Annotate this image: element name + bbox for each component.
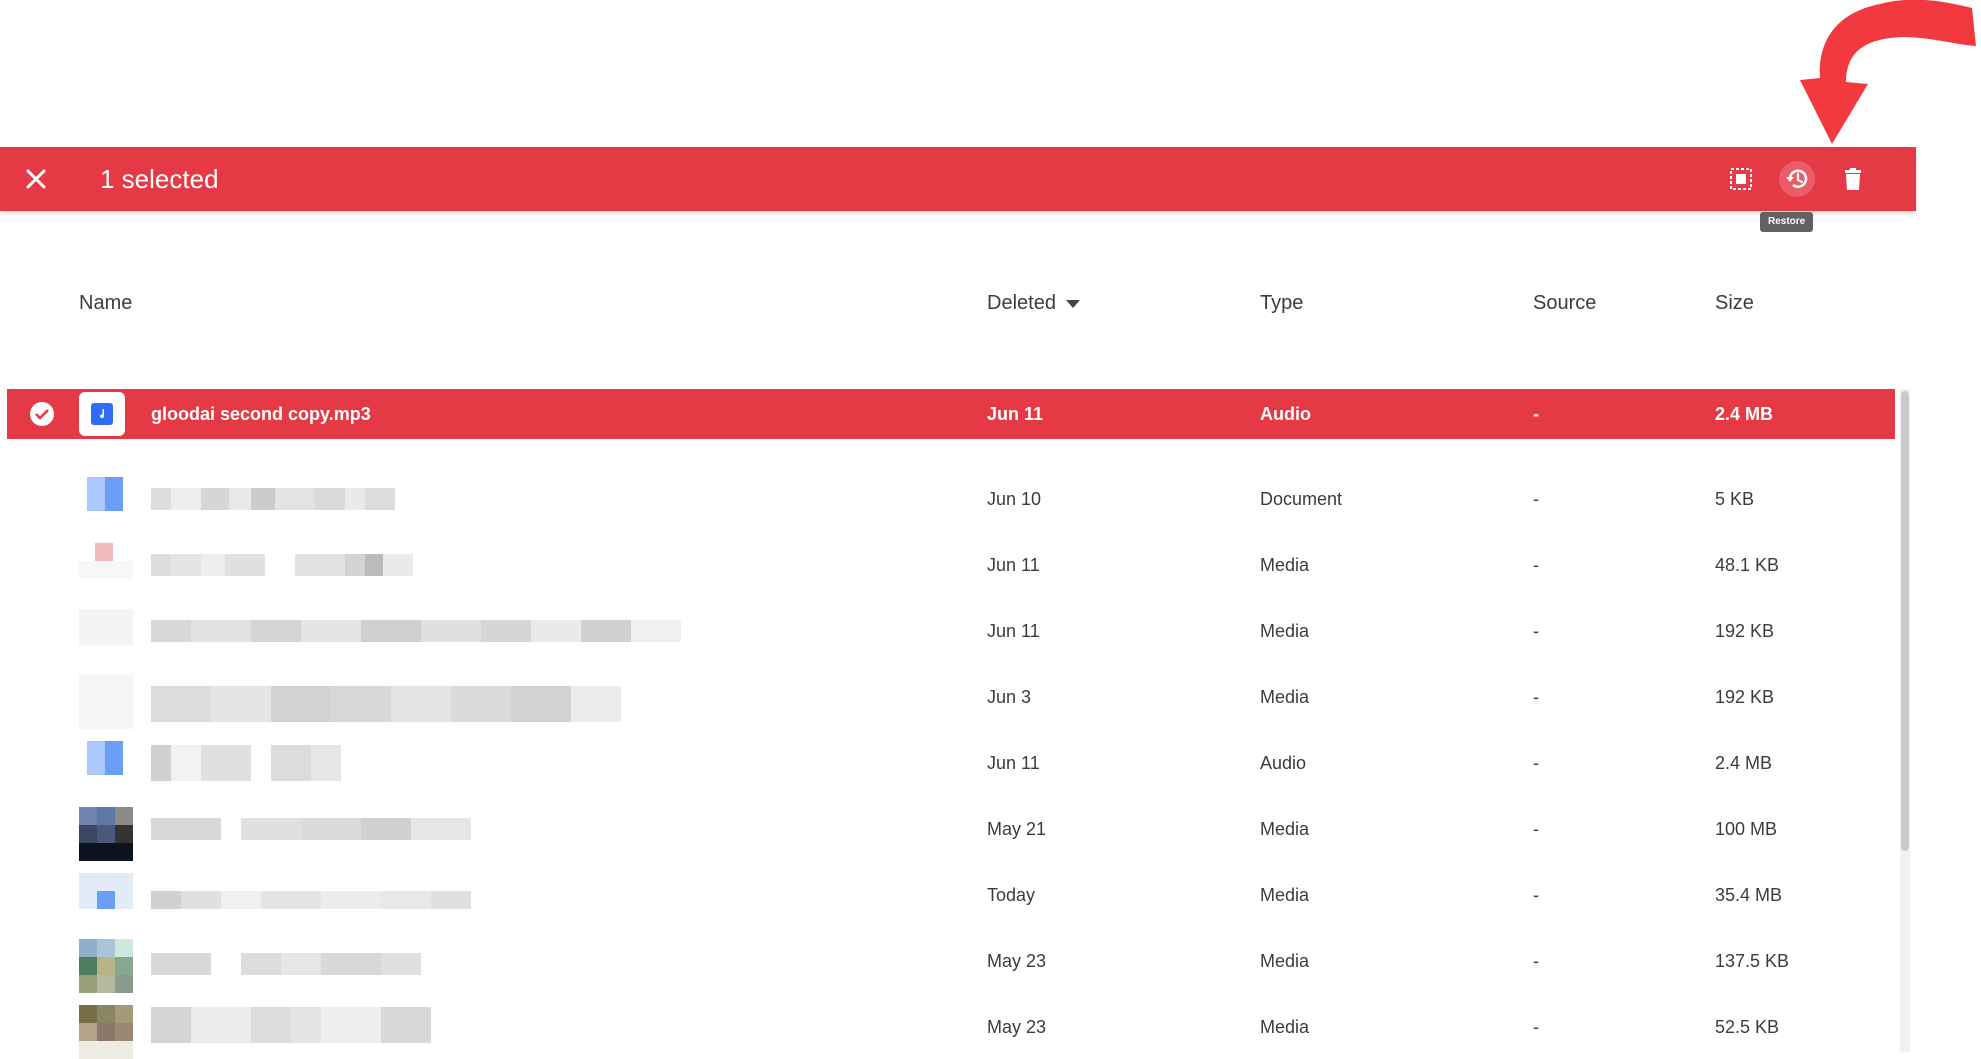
blurred-file-name — [151, 953, 421, 975]
restore-icon[interactable] — [1779, 161, 1815, 197]
file-type: Media — [1260, 1017, 1310, 1037]
file-source: - — [1533, 489, 1539, 509]
column-header-deleted-label: Deleted — [987, 292, 1056, 314]
deleted-date: May 23 — [987, 951, 1047, 971]
scrollbar[interactable] — [1900, 389, 1910, 1052]
file-source: - — [1533, 753, 1539, 773]
file-source: - — [1533, 885, 1539, 905]
file-type: Document — [1260, 489, 1343, 509]
selected-count: 1 selected — [100, 164, 219, 194]
audio-file-icon — [79, 392, 125, 436]
deleted-date: May 23 — [987, 1017, 1047, 1037]
deleted-date: May 21 — [987, 819, 1047, 839]
blurred-file-name — [151, 620, 681, 642]
close-icon[interactable] — [20, 163, 52, 195]
column-header-name[interactable]: Name — [79, 292, 132, 315]
file-thumbnail — [79, 1005, 133, 1059]
deleted-date: Jun 11 — [987, 555, 1040, 575]
file-list: gloodai second copy.mp3 Jun 11 Audio - 2… — [7, 389, 1895, 1059]
table-row[interactable]: May 23 Media - 52.5 KB — [7, 983, 1895, 1059]
table-row[interactable]: Jun 11 Audio - 2.4 MB — [7, 719, 1895, 785]
file-type: Media — [1260, 555, 1310, 575]
table-row[interactable]: Jun 10 Document - 5 KB — [7, 455, 1895, 521]
file-size: 48.1 KB — [1715, 555, 1780, 575]
file-type: Media — [1260, 621, 1310, 641]
select-all-icon[interactable] — [1723, 161, 1759, 197]
deleted-date: Jun 11 — [987, 404, 1044, 424]
table-row[interactable]: Jun 3 Media - 192 KB — [7, 653, 1895, 729]
deleted-date: Jun 3 — [987, 687, 1032, 707]
blurred-file-name — [151, 686, 621, 722]
file-size: 100 MB — [1715, 819, 1778, 839]
file-type: Audio — [1260, 404, 1311, 424]
column-header-source[interactable]: Source — [1533, 292, 1596, 315]
file-size: 137.5 KB — [1715, 951, 1790, 971]
file-source: - — [1533, 555, 1539, 575]
blurred-file-name — [151, 745, 341, 781]
table-row[interactable]: May 21 Media - 100 MB — [7, 785, 1895, 861]
table-row-selected[interactable]: gloodai second copy.mp3 Jun 11 Audio - 2… — [7, 389, 1895, 439]
blurred-file-name — [151, 1007, 431, 1043]
deleted-date: Today — [987, 885, 1036, 905]
table-row[interactable]: Today Media - 35.4 MB — [7, 851, 1895, 917]
file-name: gloodai second copy.mp3 — [151, 404, 371, 424]
file-source: - — [1533, 951, 1539, 971]
restore-tooltip: Restore — [1760, 212, 1814, 232]
file-type: Audio — [1260, 753, 1307, 773]
file-type: Media — [1260, 885, 1310, 905]
selection-toolbar: 1 selected — [0, 147, 1916, 211]
deleted-date: Jun 11 — [987, 621, 1040, 641]
file-source: - — [1533, 621, 1539, 641]
file-size: 192 KB — [1715, 621, 1775, 641]
table-row[interactable]: Jun 11 Media - 48.1 KB — [7, 521, 1895, 587]
deleted-date: Jun 11 — [987, 753, 1040, 773]
file-size: 52.5 KB — [1715, 1017, 1780, 1037]
file-source: - — [1533, 687, 1539, 707]
table-row[interactable]: Jun 11 Media - 192 KB — [7, 587, 1895, 653]
file-source: - — [1533, 404, 1539, 424]
column-header-type[interactable]: Type — [1260, 292, 1303, 315]
blurred-file-name — [151, 488, 395, 510]
column-header-deleted[interactable]: Deleted — [987, 292, 1080, 315]
caret-down-icon — [1065, 299, 1080, 308]
file-size: 192 KB — [1715, 687, 1775, 707]
file-size: 5 KB — [1715, 489, 1755, 509]
file-type: Media — [1260, 687, 1310, 707]
blurred-file-name — [151, 818, 471, 840]
file-type: Media — [1260, 819, 1310, 839]
file-size: 2.4 MB — [1715, 404, 1774, 424]
blurred-file-name — [151, 891, 471, 909]
file-source: - — [1533, 819, 1539, 839]
column-header-size[interactable]: Size — [1715, 292, 1754, 315]
blurred-file-name — [151, 554, 413, 576]
table-row[interactable]: May 23 Media - 137.5 KB — [7, 917, 1895, 993]
annotation-arrow — [1800, 0, 1976, 144]
table-header: Name Deleted Type Source Size — [0, 280, 1916, 330]
file-size: 2.4 MB — [1715, 753, 1773, 773]
deleted-date: Jun 10 — [987, 489, 1042, 509]
file-type: Media — [1260, 951, 1310, 971]
file-size: 35.4 MB — [1715, 885, 1783, 905]
checkmark-circle-icon[interactable] — [29, 401, 55, 427]
trash-icon[interactable] — [1835, 161, 1871, 197]
scrollbar-thumb[interactable] — [1901, 391, 1909, 851]
file-source: - — [1533, 1017, 1539, 1037]
